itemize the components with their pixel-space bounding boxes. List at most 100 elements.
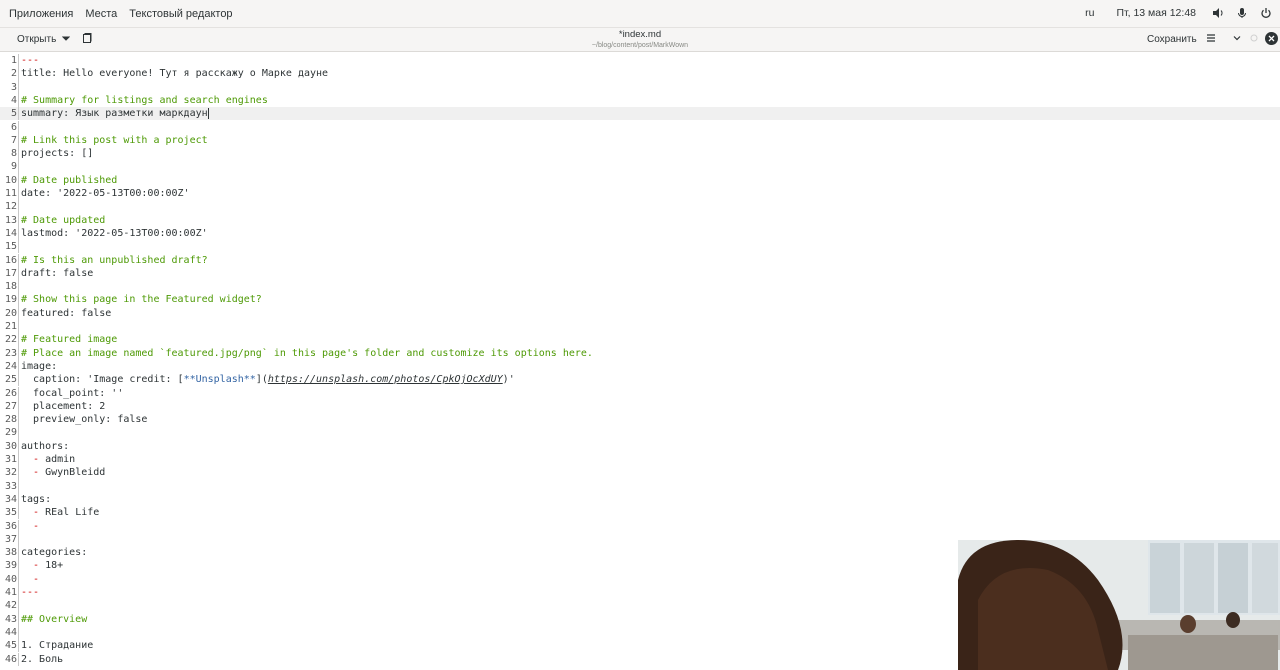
code-token: date: '2022-05-13T00:00:00Z' (21, 188, 190, 199)
line-number: 28 (4, 414, 17, 426)
line-number: 25 (4, 374, 17, 386)
line-number: 46 (4, 653, 17, 665)
system-menu: Приложения Места Текстовый редактор (9, 8, 233, 20)
editor-line[interactable]: 18 (0, 280, 1280, 294)
code-token: # Show this page in the Featured widget? (21, 294, 262, 306)
editor-line[interactable]: 31 - admin (0, 453, 1280, 467)
editor-line[interactable]: 10 # Date published (0, 173, 1280, 187)
line-number: 15 (4, 241, 17, 253)
line-code: - REal Life (21, 506, 99, 519)
minimize-icon[interactable] (1250, 34, 1258, 42)
editor-line[interactable]: 1 --- (0, 54, 1280, 68)
editor-line[interactable]: 19 # Show this page in the Featured widge… (0, 293, 1280, 307)
hamburger-menu-icon[interactable] (1206, 33, 1216, 43)
gutter-separator (18, 346, 19, 360)
editor-header-bar: Открыть *index.md ~/blog/content/post/Ma… (0, 28, 1280, 52)
editor-line[interactable]: 4 # Summary for listings and search engin… (0, 93, 1280, 108)
code-token: --- (21, 55, 40, 66)
editor-line[interactable]: 25 caption: 'Image credit: [**Unsplash**… (0, 373, 1280, 387)
editor-line[interactable]: 2 title: Hello everyone! Тут я расскажу о… (0, 67, 1280, 81)
line-number: 20 (4, 307, 17, 319)
line-number: 42 (4, 600, 17, 612)
gutter-separator (18, 133, 19, 148)
editor-line[interactable]: 9 (0, 160, 1280, 174)
close-icon[interactable] (1265, 32, 1278, 45)
editor-line[interactable]: 6 (0, 120, 1280, 134)
line-number: 12 (4, 201, 17, 213)
line-number: 4 (10, 94, 17, 106)
gutter-separator (18, 572, 19, 586)
line-number: 17 (4, 267, 17, 279)
editor-line[interactable]: 16 # Is this an unpublished draft? (0, 253, 1280, 267)
editor-line[interactable]: 35 - REal Life (0, 506, 1280, 520)
editor-line[interactable]: 3 (0, 80, 1280, 94)
line-number: 16 (4, 254, 17, 266)
line-number: 7 (10, 134, 17, 146)
editor-line[interactable]: 24 image: (0, 359, 1280, 374)
line-number: 41 (4, 587, 17, 598)
editor-line[interactable]: 15 (0, 240, 1280, 254)
volume-icon[interactable] (1212, 7, 1224, 19)
webcam-overlay (958, 540, 1280, 670)
editor-line[interactable]: 26 focal_point: '' (0, 386, 1280, 400)
menu-places[interactable]: Места (85, 8, 117, 20)
gutter-separator (18, 320, 19, 334)
editor-line[interactable]: 30 authors: (0, 439, 1280, 453)
line-number: 26 (4, 387, 17, 399)
editor-line[interactable]: 5 summary: Язык разметки маркдаун (0, 107, 1280, 121)
line-number: 23 (4, 347, 17, 359)
editor-line[interactable]: 33 (0, 479, 1280, 493)
line-code: 1. Страдание (21, 639, 93, 652)
gutter-separator (18, 333, 19, 347)
keyboard-layout[interactable]: ru (1085, 7, 1094, 19)
code-token: draft: false (21, 267, 94, 279)
editor-line[interactable]: 27 placement: 2 (0, 399, 1280, 414)
editor-line[interactable]: 7 # Link this post with a project (0, 133, 1280, 148)
gutter-separator (18, 559, 19, 573)
line-code: ## Overview (21, 613, 87, 626)
menu-applications[interactable]: Приложения (9, 8, 73, 20)
line-code: # Featured image (21, 333, 117, 346)
code-token: admin (39, 454, 76, 465)
editor-line[interactable]: 29 (0, 426, 1280, 440)
line-code: - 18+ (21, 559, 63, 572)
editor-line[interactable]: 28 preview_only: false (0, 413, 1280, 427)
editor-line[interactable]: 21 (0, 320, 1280, 334)
editor-line[interactable]: 34 tags: (0, 492, 1280, 507)
document-title-area: *index.md ~/blog/content/post/MarkWown (0, 29, 1280, 49)
gutter-separator (18, 399, 19, 414)
editor-line[interactable]: 36 - (0, 519, 1280, 533)
gutter-separator (18, 187, 19, 201)
chevron-down-icon[interactable] (1232, 33, 1242, 43)
system-tray: ru Пт, 13 мая 12:48 (1085, 7, 1272, 19)
gutter-separator (18, 386, 19, 400)
gutter-separator (18, 120, 19, 134)
line-code: draft: false (21, 267, 93, 280)
editor-line[interactable]: 17 draft: false (0, 266, 1280, 281)
menu-text-editor[interactable]: Текстовый редактор (129, 8, 232, 20)
clock[interactable]: Пт, 13 мая 12:48 (1116, 7, 1196, 19)
power-icon[interactable] (1260, 7, 1272, 19)
code-token: caption: 'Image credit: [ (21, 374, 184, 386)
editor-line[interactable]: 32 - GwynBleidd (0, 466, 1280, 480)
editor-line[interactable]: 22 # Featured image (0, 333, 1280, 347)
mic-icon[interactable] (1236, 7, 1248, 19)
editor-line[interactable]: 20 featured: false (0, 306, 1280, 320)
code-token: image: (21, 360, 58, 372)
editor-line[interactable]: 13 # Date updated (0, 213, 1280, 227)
code-token: lastmod: '2022-05-13T00:00:00Z' (21, 227, 208, 239)
save-button[interactable]: Сохранить (1147, 34, 1197, 45)
editor-line[interactable]: 8 projects: [] (0, 147, 1280, 161)
line-code: projects: [] (21, 147, 93, 160)
code-token: # Featured image (21, 334, 118, 346)
editor-line[interactable]: 11 date: '2022-05-13T00:00:00Z' (0, 187, 1280, 201)
code-token: https://unsplash.com/photos/CpkOjOcXdUY (267, 374, 503, 386)
line-code: placement: 2 (21, 400, 105, 413)
line-code: tags: (21, 493, 51, 506)
editor-line[interactable]: 23 # Place an image named `featured.jpg/p… (0, 346, 1280, 360)
editor-line[interactable]: 12 (0, 200, 1280, 214)
editor-line[interactable]: 14 lastmod: '2022-05-13T00:00:00Z' (0, 226, 1280, 241)
code-token: - (33, 573, 40, 585)
